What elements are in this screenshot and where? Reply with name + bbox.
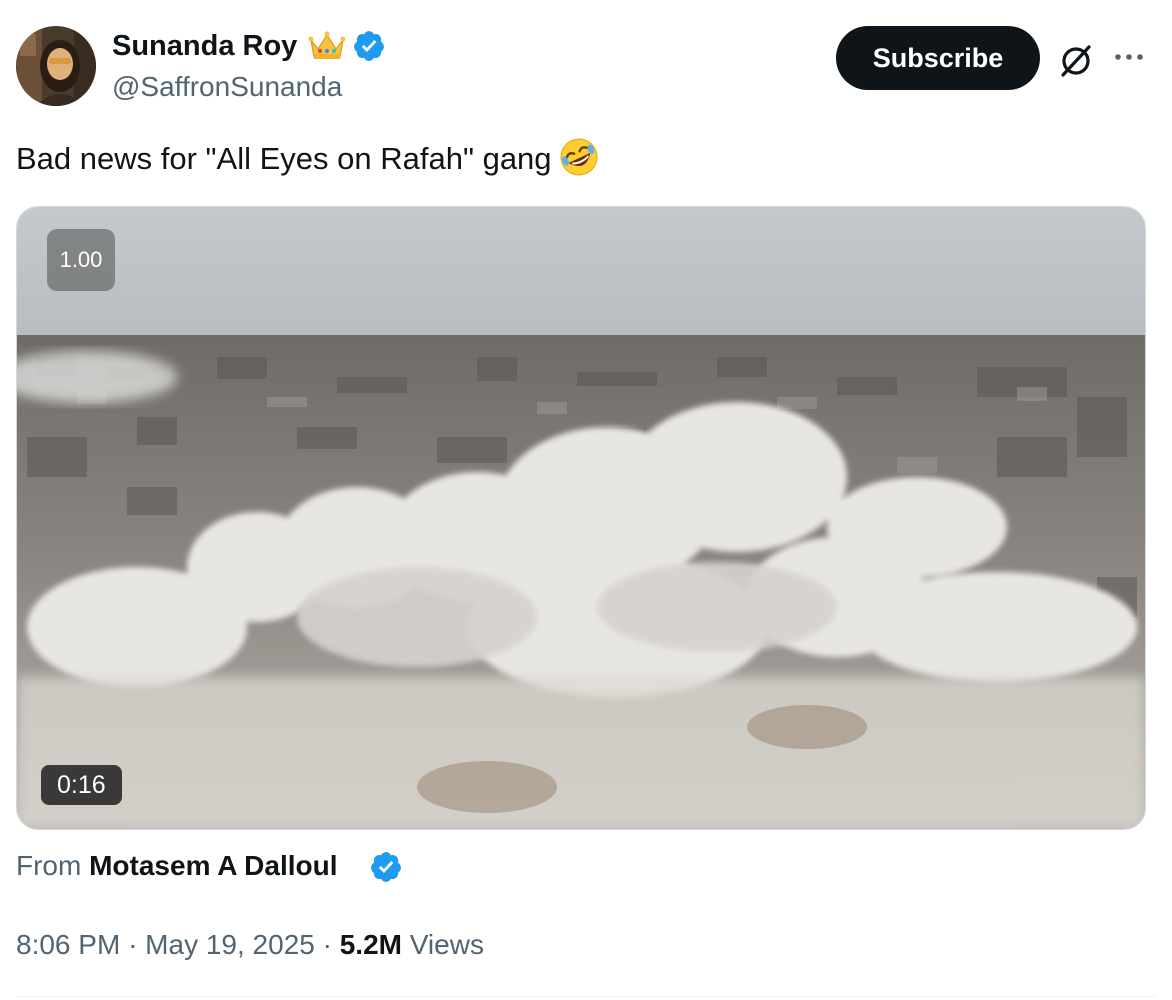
avatar-image <box>16 26 96 106</box>
grok-icon[interactable] <box>1056 40 1096 80</box>
subscribe-button[interactable]: Subscribe <box>836 26 1040 90</box>
tweet-body: Bad news for "All Eyes on Rafah" gang <box>16 141 552 176</box>
tweet-metadata: 8:06 PM · May 19, 2025 · 5.2M Views <box>16 924 484 966</box>
verified-badge-icon[interactable] <box>369 850 403 884</box>
author-handle[interactable]: @SaffronSunanda <box>112 68 342 106</box>
rolling-on-floor-laughing-emoji <box>558 136 600 178</box>
video-thumbnail <box>17 207 1145 829</box>
video-player[interactable]: 1.00 0:16 <box>16 206 1146 830</box>
attribution-prefix: From <box>16 850 82 881</box>
author-display-name[interactable]: Sunanda Roy <box>112 26 297 66</box>
meta-separator: · <box>128 929 138 960</box>
meta-separator: · <box>322 929 332 960</box>
playback-speed-button[interactable]: 1.00 <box>47 229 115 291</box>
video-duration-badge: 0:16 <box>41 765 122 805</box>
views-label: Views <box>409 929 484 960</box>
views-count: 5.2M <box>339 929 402 960</box>
verified-badge-icon[interactable] <box>352 29 386 63</box>
author-avatar[interactable] <box>16 26 96 106</box>
divider <box>16 996 1156 997</box>
tweet-text: Bad news for "All Eyes on Rafah" gang <box>16 136 600 182</box>
tweet-time[interactable]: 8:06 PM <box>16 929 120 960</box>
media-attribution: From Motasem A Dalloul <box>16 846 338 886</box>
more-options-icon[interactable] <box>1112 46 1146 68</box>
attribution-author-link[interactable]: Motasem A Dalloul <box>89 850 337 881</box>
crown-emoji <box>308 30 346 62</box>
tweet-date[interactable]: May 19, 2025 <box>145 929 315 960</box>
